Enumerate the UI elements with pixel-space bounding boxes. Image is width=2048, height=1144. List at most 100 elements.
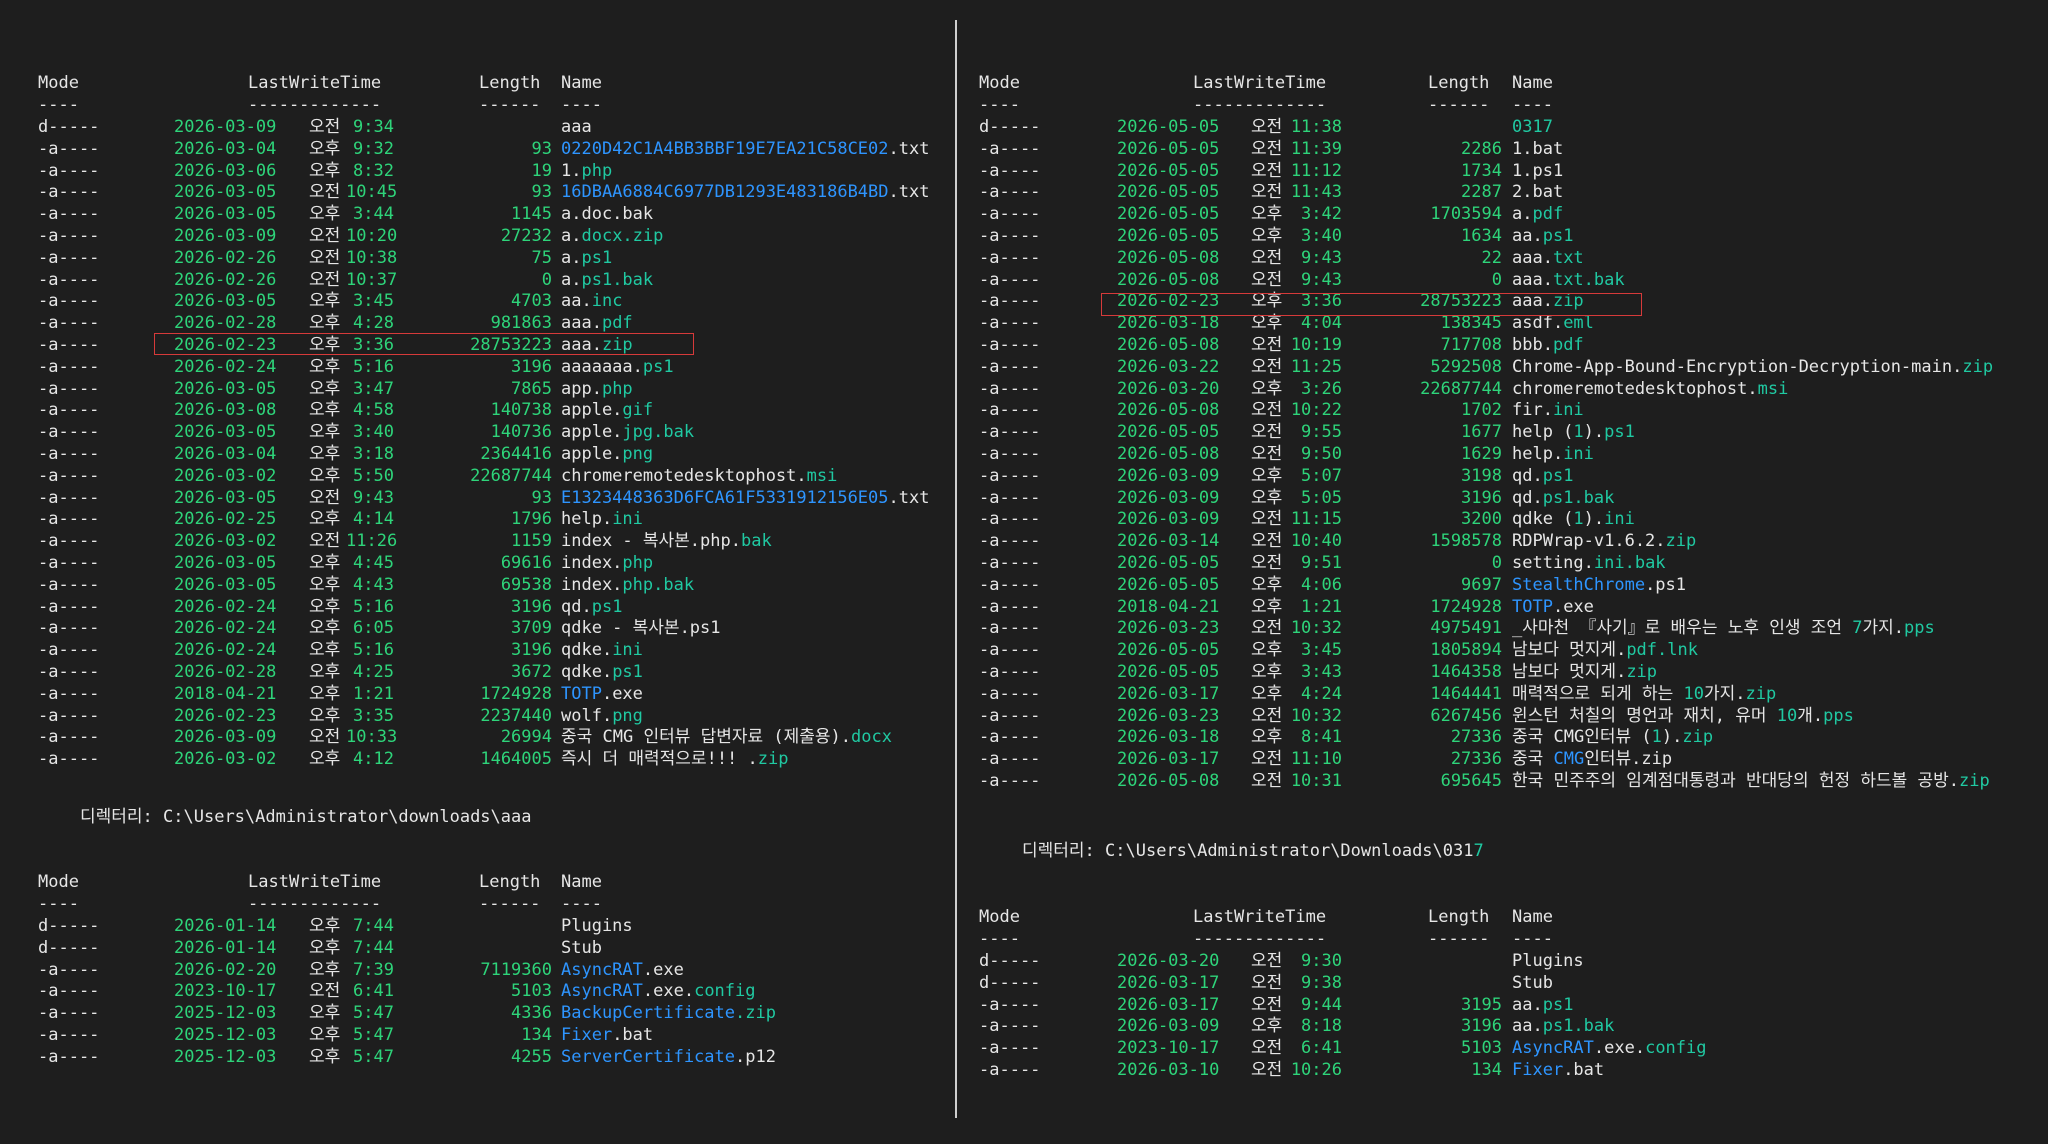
file-length: 27336 — [1450, 749, 1502, 770]
col-length-underline: ------ — [1428, 928, 1490, 949]
list-item: -a---- 2023-10-17 오전 6:41 5103 AsyncRAT.exe.c… — [0, 1038, 1707, 1060]
file-mode: -a---- — [979, 313, 1041, 334]
file-time: 3:42 — [1301, 204, 1342, 225]
file-mode: -a---- — [979, 509, 1041, 530]
file-ampm: 오후 — [1251, 378, 1283, 399]
col-time-underline: ------------- — [1193, 928, 1327, 949]
file-time: 8:41 — [1301, 727, 1342, 748]
file-date: 2026-03-09 — [1117, 487, 1220, 508]
file-name-part: ini — [1563, 443, 1594, 464]
file-ampm: 오전 — [1251, 160, 1283, 181]
file-time: 10:40 — [1290, 531, 1342, 552]
file-length: 695645 — [1440, 770, 1502, 791]
file-date: 2026-03-20 — [1117, 951, 1220, 971]
file-mode: -a---- — [979, 705, 1041, 726]
list-item: -a---- 2026-03-17 오전 9:44 3195 aa.ps1 — [0, 995, 1573, 1017]
file-length: 22 — [1481, 247, 1502, 268]
file-name-part: pps — [1823, 705, 1854, 726]
file-mode: d----- — [979, 972, 1041, 993]
listing-header: Mode LastWriteTime Length Name ---- ---------… — [0, 73, 1553, 117]
header-row: Mode LastWriteTime Length Name — [0, 872, 1000, 894]
file-name-part: RDPWrap-v1.6.2. — [1512, 531, 1666, 552]
file-ampm: 오전 — [1251, 509, 1283, 530]
file-ampm: 오전 — [1251, 531, 1283, 552]
file-name-part: 1 — [1651, 727, 1662, 748]
file-name-part: .bat — [1563, 1059, 1605, 1080]
file-time: 10:22 — [1290, 400, 1342, 421]
directory-line: 디렉터리: C:\Users\Administrator\Downloads\0… — [0, 841, 1484, 863]
file-name: help.ini — [1512, 444, 1594, 466]
file-ampm: 오후 — [1251, 204, 1283, 225]
file-length: 1629 — [1461, 443, 1502, 464]
file-time: 9:55 — [1301, 422, 1342, 443]
file-length: 1734 — [1461, 160, 1502, 181]
file-name-part: 인터뷰.zip — [1584, 749, 1673, 770]
list-item: -a---- 2026-05-05 오후 3:43 1464358 남보다 멋지게.zip — [0, 662, 1657, 684]
col-name-underline: ---- — [1512, 928, 1553, 949]
file-date: 2026-05-05 — [1117, 160, 1220, 181]
file-length: 3200 — [1461, 509, 1502, 530]
file-mode: -a---- — [979, 1059, 1041, 1080]
list-item: -a---- 2026-03-23 오전 10:32 4975491 _사마천 『사기』로… — [0, 618, 1935, 640]
file-ampm: 오전 — [1251, 1038, 1283, 1059]
file-ampm: 오전 — [1251, 422, 1283, 443]
file-time: 9:51 — [1301, 552, 1342, 573]
file-ampm: 오후 — [1251, 465, 1283, 486]
file-length: 138345 — [1440, 313, 1502, 334]
file-date: 2026-05-08 — [1117, 770, 1220, 791]
file-name: 중국 CMG인터뷰.zip — [1512, 749, 1672, 771]
file-name-part: help ( — [1512, 422, 1574, 443]
list-item: -a---- 2026-05-05 오전 9:51 0 setting.ini.bak — [0, 552, 1666, 575]
file-ampm: 오전 — [1251, 443, 1283, 464]
file-length: 3196 — [1461, 1016, 1502, 1037]
file-name: qd.ps1.bak — [1512, 488, 1614, 510]
file-name-part: ). — [1583, 509, 1605, 530]
col-name-underline: ---- — [1512, 94, 1553, 115]
file-date: 2026-05-05 — [1117, 204, 1220, 225]
file-length: 5103 — [1461, 1038, 1502, 1059]
file-name: Fixer.bat — [1512, 1060, 1604, 1082]
file-name: 윈스턴 처칠의 명언과 재치, 유머 10개.pps — [1512, 706, 1854, 728]
list-item: -a---- 2026-03-09 오후 5:07 3198 qd.ps1 — [0, 466, 1573, 488]
list-item: -a---- 2026-02-23 오후 3:36 28753223 aaa.zip — [0, 291, 1584, 313]
file-mode: -a---- — [979, 138, 1041, 159]
file-name-part: 1 — [1573, 422, 1584, 443]
file-date: 2026-05-05 — [1117, 574, 1220, 595]
file-ampm: 오전 — [1251, 972, 1283, 993]
file-name: Stub — [1512, 973, 1553, 995]
file-name-part: bat — [1532, 138, 1564, 159]
file-length: 4975491 — [1430, 618, 1502, 639]
file-mode: -a---- — [979, 727, 1041, 748]
file-name: Plugins — [1512, 951, 1584, 973]
file-date: 2026-05-05 — [1117, 117, 1220, 137]
list-item: d----- 2026-03-20 오전 9:30 Plugins — [0, 951, 1584, 973]
col-name: Name — [1512, 73, 1553, 93]
file-name-part: zip — [1682, 727, 1714, 748]
col-length: Length — [1428, 907, 1490, 927]
file-name-part: 가지. — [1862, 618, 1905, 639]
file-name: _사마천 『사기』로 배우는 노후 인생 조언 7가지.pps — [1512, 618, 1935, 640]
col-mode-underline: ---- — [979, 928, 1020, 949]
file-mode: -a---- — [979, 596, 1041, 617]
file-ampm: 오전 — [1251, 356, 1283, 377]
file-name: asdf.eml — [1512, 313, 1594, 335]
file-name-part: ). — [1583, 422, 1605, 443]
file-ampm: 오전 — [1251, 770, 1283, 791]
file-name-part: aaa. — [1512, 247, 1553, 268]
file-date: 2026-03-10 — [1117, 1059, 1220, 1080]
file-date: 2026-03-09 — [1117, 465, 1220, 486]
file-mode: -a---- — [979, 225, 1041, 246]
file-date: 2026-03-20 — [1117, 378, 1220, 399]
file-date: 2026-03-17 — [1117, 972, 1220, 993]
file-mode: -a---- — [979, 552, 1041, 573]
header-underline: ---- ------------- ------ ---- — [0, 929, 1553, 951]
file-date: 2026-05-08 — [1117, 443, 1220, 464]
file-name-part: 윈스턴 처칠의 명언과 재치, 유머 — [1512, 705, 1777, 726]
file-date: 2026-05-08 — [1117, 269, 1220, 290]
file-name-part: zip — [1626, 661, 1658, 682]
file-mode: -a---- — [979, 247, 1041, 268]
file-length: 1677 — [1461, 422, 1502, 443]
file-mode: -a---- — [979, 770, 1041, 791]
file-date: 2026-05-05 — [1117, 422, 1220, 443]
file-ampm: 오후 — [1251, 313, 1283, 334]
